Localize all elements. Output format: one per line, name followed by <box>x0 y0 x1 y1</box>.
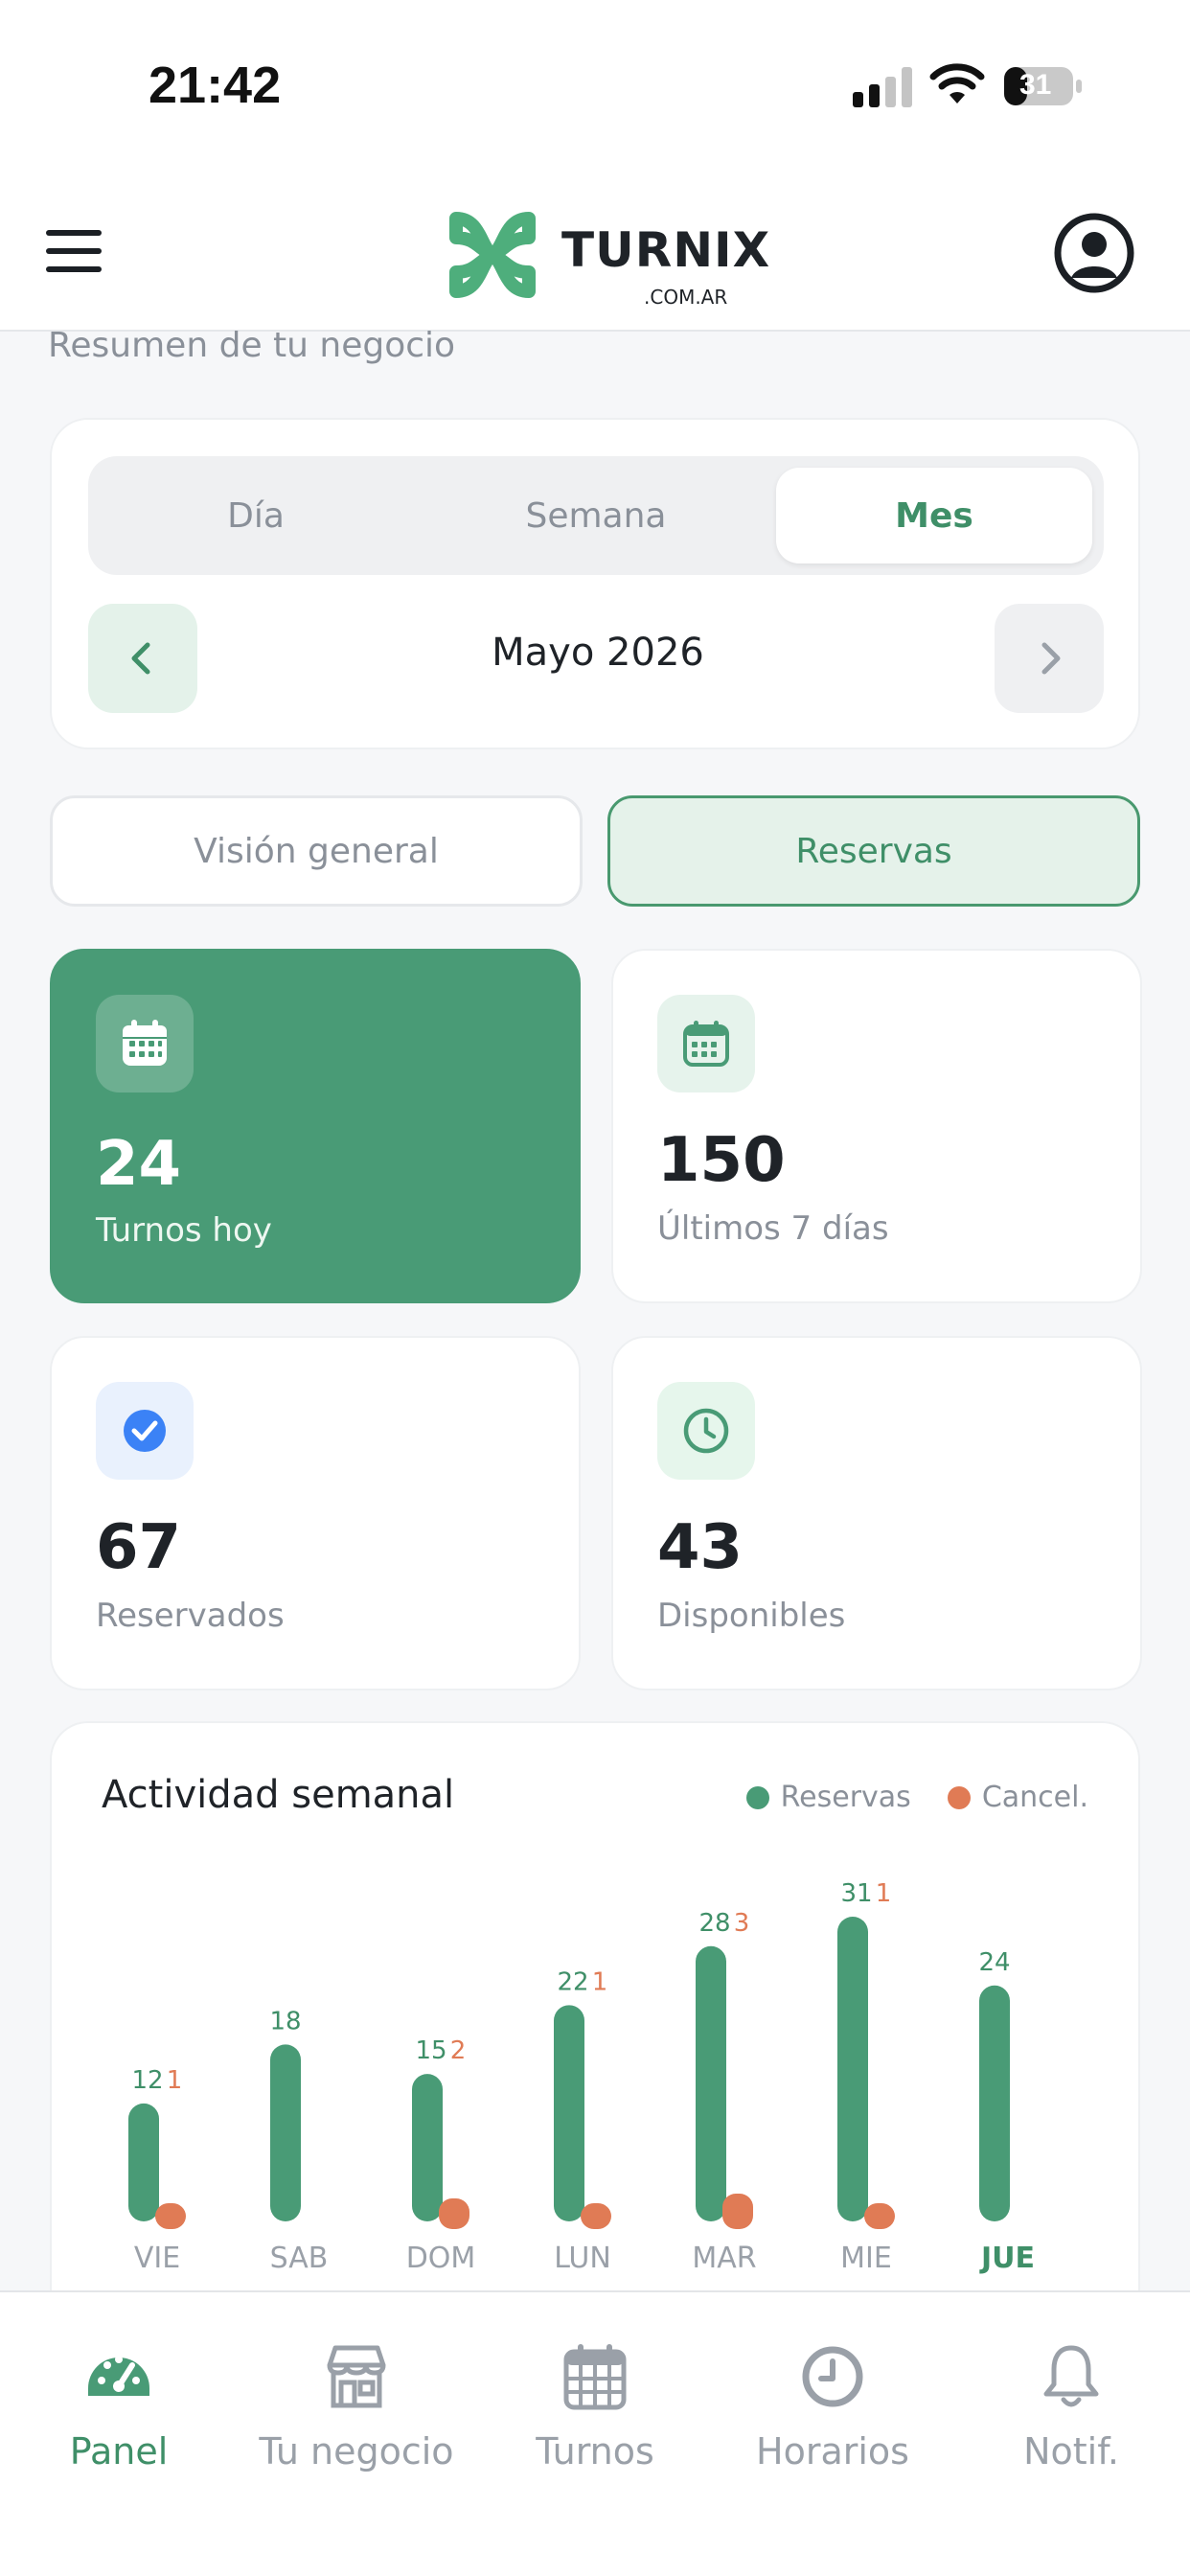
clock-icon <box>802 2346 863 2407</box>
nav-item-turnos[interactable]: Turnos <box>476 2340 714 2472</box>
x-axis-tick-label: VIE <box>134 2242 180 2275</box>
battery-icon: 31 <box>1002 65 1085 107</box>
reservas-value-label: 31 <box>840 1879 872 1908</box>
general-view-button[interactable]: Visión general <box>50 795 583 907</box>
reservas-value-label: 22 <box>557 1967 588 1996</box>
x-axis-tick-label: MIE <box>840 2242 892 2275</box>
stat-value: 67 <box>96 1512 182 1583</box>
reservas-bar <box>270 2044 301 2221</box>
cancel-bar <box>155 2203 186 2229</box>
battery-level: 31 <box>1019 69 1052 101</box>
nav-item-tu-negocio[interactable]: Tu negocio <box>238 2340 475 2472</box>
reservas-bar <box>554 2005 584 2221</box>
status-bar: 21:42 31 <box>0 0 1190 172</box>
menu-button[interactable] <box>46 230 103 272</box>
reservas-bar <box>128 2103 159 2221</box>
calendar-icon <box>563 2344 627 2410</box>
stat-label: Turnos hoy <box>96 1211 272 1250</box>
status-time: 21:42 <box>149 57 282 114</box>
reservas-bar <box>979 1985 1010 2221</box>
tab-dia[interactable]: Día <box>98 468 414 564</box>
cancel-value-label: 1 <box>592 1967 608 1996</box>
current-period-label: Mayo 2026 <box>492 631 704 675</box>
cancel-bar <box>864 2203 895 2229</box>
weekly-activity-chart: 12 1VIE18SAB15 2DOM22 1LUN28 3MAR31 1MIE24JUE <box>128 1879 1035 2275</box>
chevron-left-icon <box>131 642 150 675</box>
bottom-navigation: Panel Tu negocio Turnos Horarios Notif. <box>0 2290 1190 2576</box>
x-axis-tick-label: JUE <box>979 2242 1035 2275</box>
cancel-bar <box>439 2198 469 2229</box>
stat-label: Disponibles <box>657 1597 846 1635</box>
x-axis-tick-label: SAB <box>270 2242 329 2275</box>
reservas-value-label: 15 <box>415 2036 446 2065</box>
profile-avatar-icon[interactable] <box>1054 213 1134 293</box>
reservas-value-label: 28 <box>698 1909 730 1938</box>
reservas-value-label: 12 <box>131 2066 163 2095</box>
chevron-right-icon <box>1041 642 1061 675</box>
stat-card-last-7-days[interactable]: 150 Últimos 7 días <box>611 949 1142 1303</box>
stat-card-available[interactable]: 43 Disponibles <box>611 1336 1142 1690</box>
reservas-bar <box>837 1917 868 2221</box>
x-axis-tick-label: MAR <box>692 2242 756 2275</box>
stat-value: 24 <box>96 1129 182 1200</box>
reservas-bar <box>696 1945 726 2221</box>
nav-label: Panel <box>69 2430 169 2472</box>
weekly-activity-card: Actividad semanal Reservas Cancel. 12 1 VI… <box>50 1721 1140 2315</box>
nav-item-panel[interactable]: Panel <box>0 2340 238 2472</box>
clock-icon <box>657 1382 755 1480</box>
calendar-icon <box>96 995 194 1092</box>
x-axis-tick-label: LUN <box>554 2242 611 2275</box>
nav-label: Horarios <box>756 2430 909 2472</box>
next-period-button[interactable] <box>995 604 1104 713</box>
bell-icon <box>1043 2345 1099 2407</box>
reservas-bar <box>412 2074 443 2221</box>
logo-wordmark: TURNIX <box>561 222 771 278</box>
nav-item-horarios[interactable]: Horarios <box>714 2340 951 2472</box>
logo-domain: .COM.AR <box>644 286 728 309</box>
wifi-icon <box>929 63 985 104</box>
cancel-value-label: 1 <box>876 1879 892 1908</box>
cancel-value-label: 3 <box>734 1909 750 1938</box>
nav-label: Tu negocio <box>259 2430 454 2472</box>
gauge-icon <box>88 2356 149 2396</box>
app-header: TURNIX .COM.AR <box>0 172 1190 332</box>
page-subtitle: Resumen de tu negocio <box>48 326 456 365</box>
stat-value: 150 <box>657 1125 786 1196</box>
stat-value: 43 <box>657 1512 744 1583</box>
tab-semana[interactable]: Semana <box>438 468 754 564</box>
store-icon <box>327 2345 386 2408</box>
stat-label: Últimos 7 días <box>657 1209 889 1248</box>
reservations-view-button[interactable]: Reservas <box>607 795 1140 907</box>
previous-period-button[interactable] <box>88 604 197 713</box>
stat-card-today[interactable]: 24 Turnos hoy <box>50 949 581 1303</box>
cancel-bar <box>722 2194 753 2229</box>
check-icon <box>96 1382 194 1480</box>
nav-label: Turnos <box>536 2430 654 2472</box>
stat-label: Reservados <box>96 1597 285 1635</box>
nav-label: Notif. <box>1023 2430 1119 2472</box>
x-axis-tick-label: DOM <box>406 2242 476 2275</box>
period-segmented-control: Día Semana Mes <box>88 456 1104 575</box>
reservas-value-label: 18 <box>269 2007 301 2036</box>
calendar-icon <box>657 995 755 1092</box>
logo-mark-icon <box>449 212 536 298</box>
cancel-bar <box>581 2203 611 2229</box>
cancel-value-label: 1 <box>167 2066 183 2095</box>
stat-card-reserved[interactable]: 67 Reservados <box>50 1336 581 1690</box>
turnix-logo: TURNIX .COM.AR <box>443 205 769 309</box>
nav-item-notif[interactable]: Notif. <box>952 2340 1190 2472</box>
cancel-value-label: 2 <box>450 2036 467 2065</box>
reservas-value-label: 24 <box>978 1948 1010 1977</box>
tab-mes[interactable]: Mes <box>776 468 1092 564</box>
period-selector-card: Día Semana Mes Mayo 2026 <box>50 418 1140 749</box>
cellular-signal-icon <box>853 67 912 107</box>
